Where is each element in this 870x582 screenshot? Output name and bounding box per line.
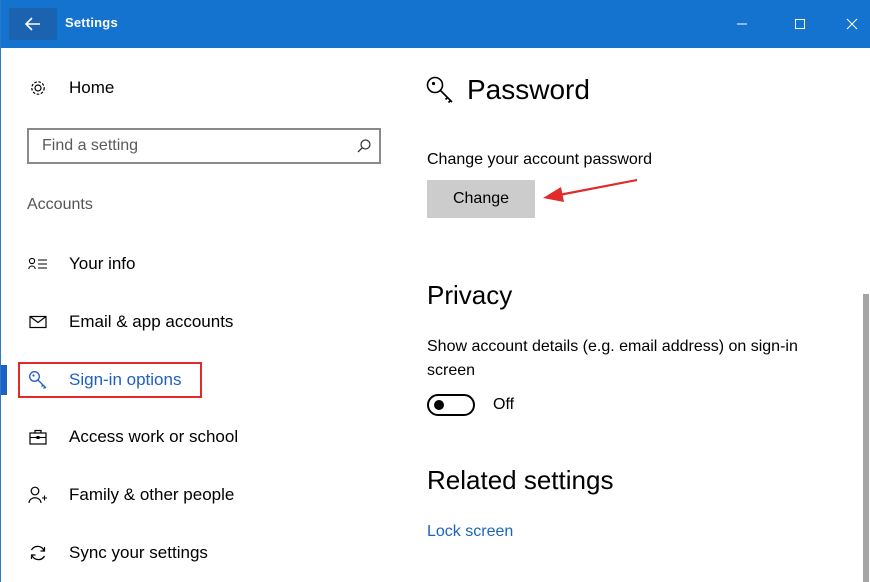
toggle-knob bbox=[434, 400, 444, 410]
sync-icon bbox=[27, 544, 49, 562]
related-settings-heading: Related settings bbox=[427, 465, 614, 495]
toggle-state-label: Off bbox=[493, 396, 515, 413]
mail-icon bbox=[27, 315, 49, 329]
key-icon bbox=[27, 370, 49, 390]
sidebar-item-label: Family & other people bbox=[69, 485, 235, 504]
minimize-icon bbox=[737, 23, 747, 25]
show-account-details-toggle[interactable] bbox=[427, 394, 475, 416]
main-content: Password Change your account password Ch… bbox=[401, 48, 861, 582]
sidebar-home-label: Home bbox=[69, 78, 115, 97]
sidebar-item-label: Your info bbox=[69, 254, 136, 273]
title-bar: Settings bbox=[1, 0, 870, 48]
sidebar-item-your-info[interactable]: Your info bbox=[27, 249, 135, 279]
privacy-description: Show account details (e.g. email address… bbox=[427, 338, 798, 379]
sidebar-item-label: Sync your settings bbox=[69, 543, 208, 562]
minimize-button[interactable] bbox=[719, 8, 765, 40]
sidebar-item-sync-settings[interactable]: Sync your settings bbox=[27, 538, 208, 568]
change-password-button[interactable]: Change bbox=[427, 180, 535, 218]
scrollbar[interactable] bbox=[861, 48, 870, 582]
lock-screen-link[interactable]: Lock screen bbox=[427, 523, 513, 541]
close-button[interactable] bbox=[829, 8, 870, 40]
briefcase-icon bbox=[27, 429, 49, 445]
search-icon[interactable] bbox=[349, 131, 379, 161]
key-icon bbox=[425, 75, 455, 105]
close-icon bbox=[846, 18, 858, 30]
sidebar-item-family-other-people[interactable]: Family & other people bbox=[27, 480, 234, 510]
person-add-icon bbox=[27, 486, 49, 504]
sidebar-item-access-work-school[interactable]: Access work or school bbox=[27, 422, 238, 452]
back-arrow-icon bbox=[25, 17, 40, 31]
sidebar-item-label: Sign-in options bbox=[69, 370, 182, 389]
sidebar-item-home[interactable]: Home bbox=[27, 78, 114, 98]
privacy-heading: Privacy bbox=[427, 280, 513, 310]
section-label-accounts: Accounts bbox=[27, 196, 93, 213]
password-description: Change your account password bbox=[427, 151, 653, 168]
contact-info-icon bbox=[27, 257, 49, 271]
annotation-arrow-icon bbox=[543, 178, 638, 202]
sidebar-item-label: Email & app accounts bbox=[69, 312, 234, 331]
password-title: Password bbox=[467, 74, 590, 105]
window-title: Settings bbox=[65, 15, 118, 30]
search-input[interactable] bbox=[29, 130, 349, 162]
back-button[interactable] bbox=[9, 8, 57, 40]
sidebar-item-sign-in-options[interactable]: Sign-in options bbox=[27, 365, 181, 395]
maximize-icon bbox=[795, 19, 805, 29]
settings-window: Settings Home Find a setting Accounts Yo… bbox=[0, 0, 870, 582]
password-heading: Password bbox=[425, 74, 590, 106]
sidebar-item-label: Access work or school bbox=[69, 427, 239, 446]
gear-icon bbox=[27, 79, 49, 97]
scrollbar-thumb[interactable] bbox=[863, 294, 869, 582]
sidebar-item-email-app-accounts[interactable]: Email & app accounts bbox=[27, 307, 233, 337]
search-box bbox=[27, 128, 381, 164]
maximize-button[interactable] bbox=[777, 8, 823, 40]
active-indicator bbox=[1, 365, 7, 395]
sidebar: Home Accounts Your info bbox=[1, 48, 401, 582]
